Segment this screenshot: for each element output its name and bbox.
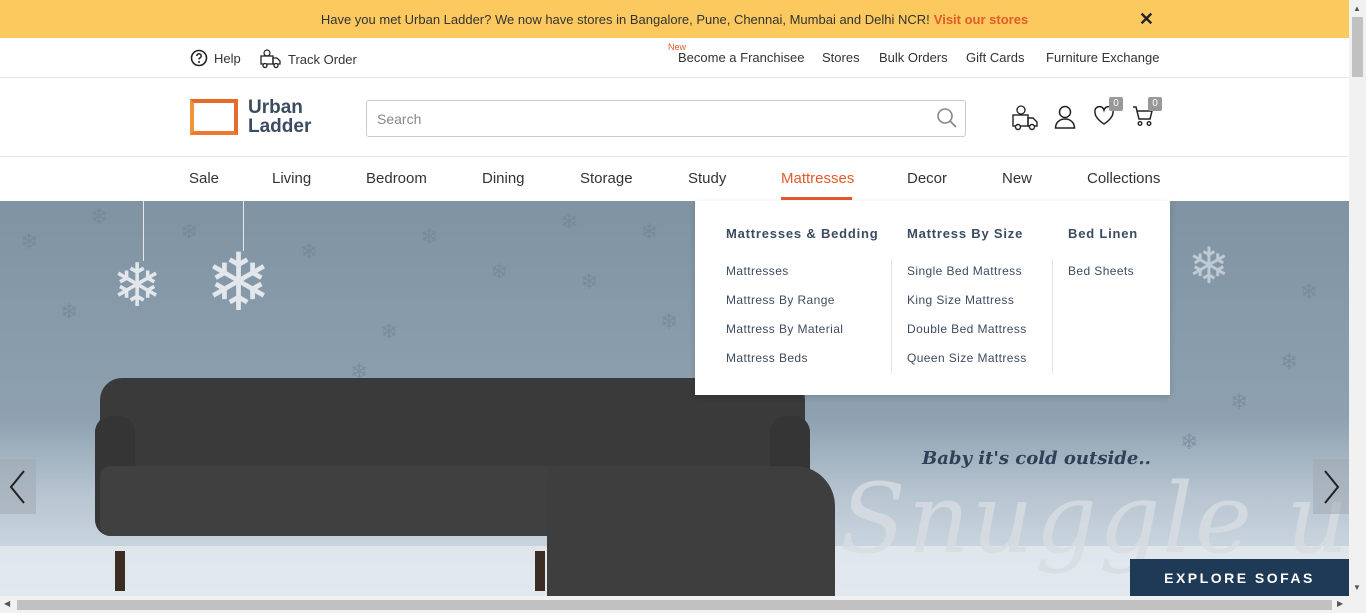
close-icon[interactable]: ✕ — [1139, 9, 1154, 30]
gift-cards-link[interactable]: Gift Cards — [966, 50, 1025, 65]
snowflake-ornament-icon: ❄ — [205, 238, 273, 327]
snowflake-icon: ❄ — [1230, 389, 1249, 414]
search-input[interactable] — [367, 101, 927, 136]
menu-item-double-bed-mattress[interactable]: Double Bed Mattress — [907, 322, 1027, 351]
become-franchisee-link[interactable]: Become a Franchisee — [678, 50, 804, 65]
logo-mark — [190, 99, 238, 135]
category-nav: Sale Living Bedroom Dining Storage Study… — [0, 158, 1349, 201]
menu-item-bed-sheets[interactable]: Bed Sheets — [1068, 264, 1134, 293]
chevron-right-icon — [1324, 469, 1340, 504]
menu-item-mattress-by-material[interactable]: Mattress By Material — [726, 322, 843, 351]
nav-item-mattresses[interactable]: Mattresses — [781, 170, 854, 187]
nav-item-study[interactable]: Study — [688, 170, 726, 187]
help-icon — [190, 49, 208, 67]
horizontal-scrollbar[interactable]: ◀ ▶ — [0, 596, 1366, 613]
track-order-label: Track Order — [288, 51, 357, 67]
menu-divider — [891, 259, 892, 374]
active-nav-underline — [781, 197, 852, 200]
sofa-leg — [115, 551, 125, 591]
announcement-bar: Have you met Urban Ladder? We now have s… — [0, 0, 1349, 38]
snowflake-icon: ❄ — [660, 309, 679, 334]
logo[interactable]: Urban Ladder — [190, 97, 325, 137]
furniture-exchange-link[interactable]: Furniture Exchange — [1046, 50, 1159, 65]
menu-item-mattress-by-range[interactable]: Mattress By Range — [726, 293, 843, 322]
carousel-prev-button[interactable] — [0, 459, 36, 514]
snowflake-icon: ❄ — [60, 299, 79, 324]
nav-item-decor[interactable]: Decor — [907, 170, 947, 187]
snowflake-ornament-icon: ❄ — [112, 252, 163, 319]
menu-item-mattress-beds[interactable]: Mattress Beds — [726, 351, 843, 380]
nav-item-collections[interactable]: Collections — [1087, 170, 1160, 187]
nav-item-bedroom[interactable]: Bedroom — [366, 170, 427, 187]
visit-stores-link[interactable]: Visit our stores — [934, 12, 1028, 27]
snowflake-icon: ❄ — [420, 224, 439, 249]
nav-item-dining[interactable]: Dining — [482, 170, 525, 187]
snowflake-ornament-icon: ❄ — [1188, 238, 1230, 294]
help-link[interactable]: Help — [190, 49, 241, 67]
nav-item-storage[interactable]: Storage — [580, 170, 633, 187]
nav-item-sale[interactable]: Sale — [189, 170, 219, 187]
menu-item-single-bed-mattress[interactable]: Single Bed Mattress — [907, 264, 1027, 293]
wishlist-count-badge: 0 — [1109, 97, 1123, 111]
snowflake-icon: ❄ — [640, 219, 659, 244]
snowflake-icon: ❄ — [580, 269, 599, 294]
help-label: Help — [214, 50, 241, 66]
utility-bar: Help Track Order New Become a Franchisee… — [0, 38, 1349, 78]
menu-heading[interactable]: Mattresses & Bedding — [726, 226, 879, 241]
menu-item-queen-size-mattress[interactable]: Queen Size Mattress — [907, 351, 1027, 380]
snowflake-icon: ❄ — [1180, 429, 1199, 454]
snowflake-icon: ❄ — [90, 204, 109, 229]
hero-tagline: Baby it's cold outside.. — [922, 448, 1151, 469]
track-order-icon[interactable] — [1012, 105, 1040, 136]
menu-divider — [1052, 259, 1053, 374]
carousel-next-button[interactable] — [1313, 459, 1349, 514]
mattresses-mega-menu: Mattresses & Bedding Mattresses Mattress… — [695, 201, 1170, 395]
bulk-orders-link[interactable]: Bulk Orders — [879, 50, 948, 65]
sofa-leg — [535, 551, 545, 591]
logo-line-1: Urban — [248, 97, 303, 118]
wishlist-icon[interactable]: 0 — [1093, 97, 1123, 132]
search-icon[interactable] — [935, 106, 959, 135]
sofa-chaise — [547, 466, 835, 596]
snowflake-icon: ❄ — [560, 209, 579, 234]
logo-text: Urban Ladder — [248, 98, 311, 136]
horizontal-scroll-thumb[interactable] — [17, 600, 1332, 610]
snowflake-icon: ❄ — [1300, 279, 1319, 304]
main-header: Urban Ladder 0 0 — [0, 79, 1349, 157]
announcement-text: Have you met Urban Ladder? We now have s… — [320, 11, 930, 27]
scroll-down-icon[interactable]: ▼ — [1353, 583, 1361, 592]
delivery-truck-icon — [260, 49, 281, 69]
explore-sofas-button[interactable]: EXPLORE SOFAS — [1130, 559, 1349, 596]
search-box — [366, 100, 966, 137]
chevron-left-icon — [9, 469, 25, 504]
menu-heading[interactable]: Mattress By Size — [907, 226, 1023, 241]
menu-item-king-size-mattress[interactable]: King Size Mattress — [907, 293, 1027, 322]
menu-item-mattresses[interactable]: Mattresses — [726, 264, 843, 293]
vertical-scroll-thumb[interactable] — [1352, 17, 1363, 77]
menu-heading[interactable]: Bed Linen — [1068, 226, 1138, 241]
user-icon[interactable] — [1054, 105, 1076, 134]
cart-icon[interactable]: 0 — [1132, 97, 1162, 132]
cart-count-badge: 0 — [1148, 97, 1162, 111]
page: Have you met Urban Ladder? We now have s… — [0, 0, 1366, 613]
scroll-left-icon[interactable]: ◀ — [4, 599, 10, 608]
track-order-link[interactable]: Track Order — [260, 49, 357, 69]
logo-line-2: Ladder — [248, 116, 312, 137]
snowflake-icon: ❄ — [300, 239, 319, 264]
snowflake-icon: ❄ — [180, 219, 199, 244]
snowflake-icon: ❄ — [490, 259, 509, 284]
nav-item-new[interactable]: New — [1002, 170, 1032, 187]
nav-item-living[interactable]: Living — [272, 170, 311, 187]
stores-link[interactable]: Stores — [822, 50, 860, 65]
scroll-up-icon[interactable]: ▲ — [1353, 4, 1361, 13]
snowflake-icon: ❄ — [20, 229, 39, 254]
scroll-right-icon[interactable]: ▶ — [1337, 599, 1343, 608]
snowflake-icon: ❄ — [1280, 349, 1299, 374]
snowflake-icon: ❄ — [380, 319, 399, 344]
vertical-scrollbar[interactable]: ▲ ▼ — [1349, 0, 1366, 596]
